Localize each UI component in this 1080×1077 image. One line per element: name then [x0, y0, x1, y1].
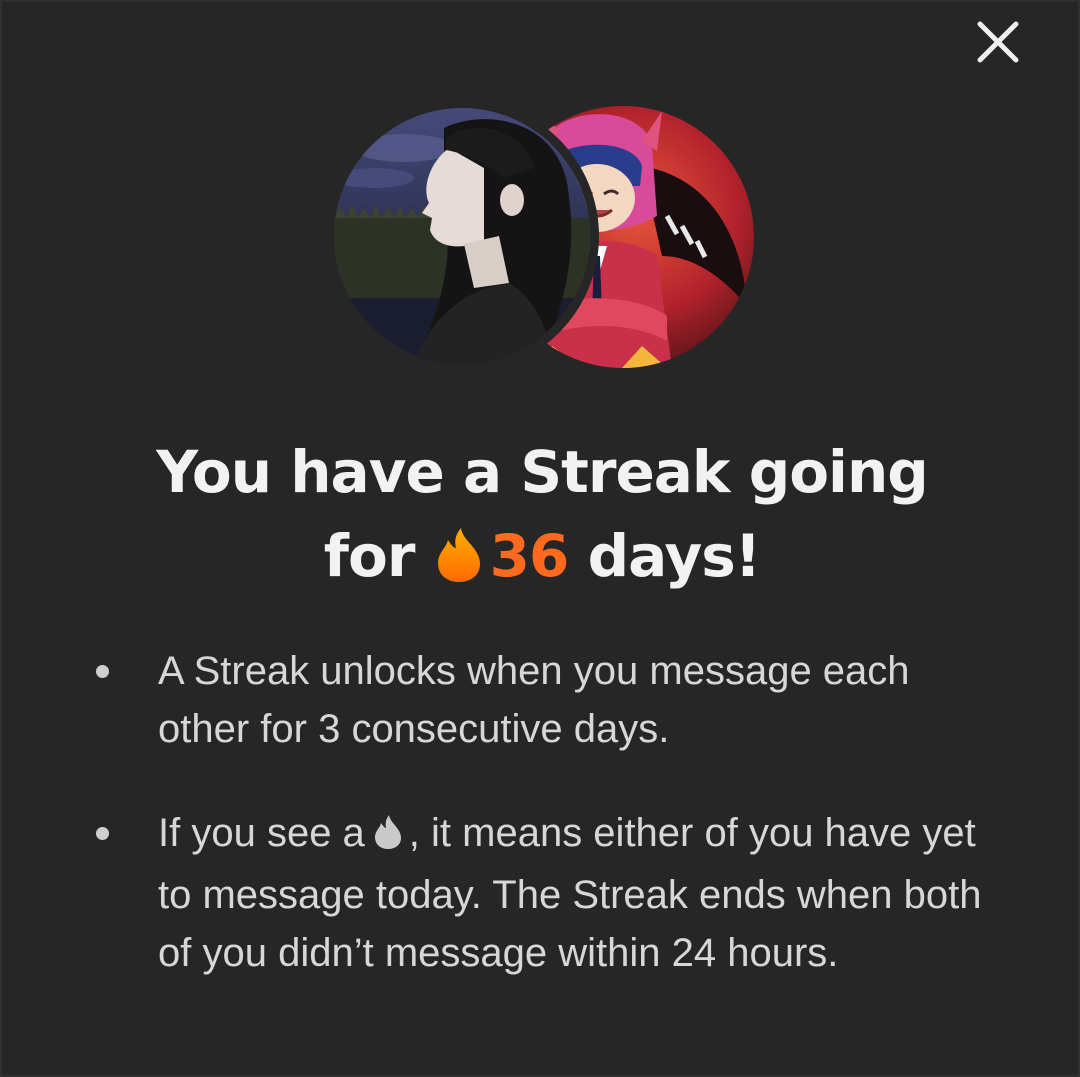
bullet-text: A Streak unlocks when you message each o… — [158, 649, 910, 751]
list-item: If you see a , it means either of you ha… — [92, 804, 992, 982]
avatar-user-left[interactable] — [334, 108, 590, 364]
flame-icon — [434, 522, 484, 606]
close-icon[interactable] — [974, 18, 1022, 66]
bullet-dot — [96, 827, 109, 840]
streak-count: 36 — [489, 522, 570, 590]
title-line-1: You have a Streak going — [156, 438, 929, 506]
streak-info-modal: You have a Streak going for 36 days! A S… — [0, 0, 1080, 1077]
title-line-2: for 36 days! — [2, 514, 1080, 606]
title-suffix: days! — [587, 522, 762, 590]
grey-flame-icon — [373, 808, 403, 866]
list-item: A Streak unlocks when you message each o… — [92, 642, 992, 758]
streak-title: You have a Streak going for 36 days! — [2, 430, 1080, 606]
avatar-pair — [332, 106, 756, 368]
bullet-text-before: If you see a — [158, 811, 365, 855]
bullet-dot — [96, 665, 109, 678]
streak-info-list: A Streak unlocks when you message each o… — [92, 642, 992, 1028]
title-for-word: for — [323, 522, 416, 590]
